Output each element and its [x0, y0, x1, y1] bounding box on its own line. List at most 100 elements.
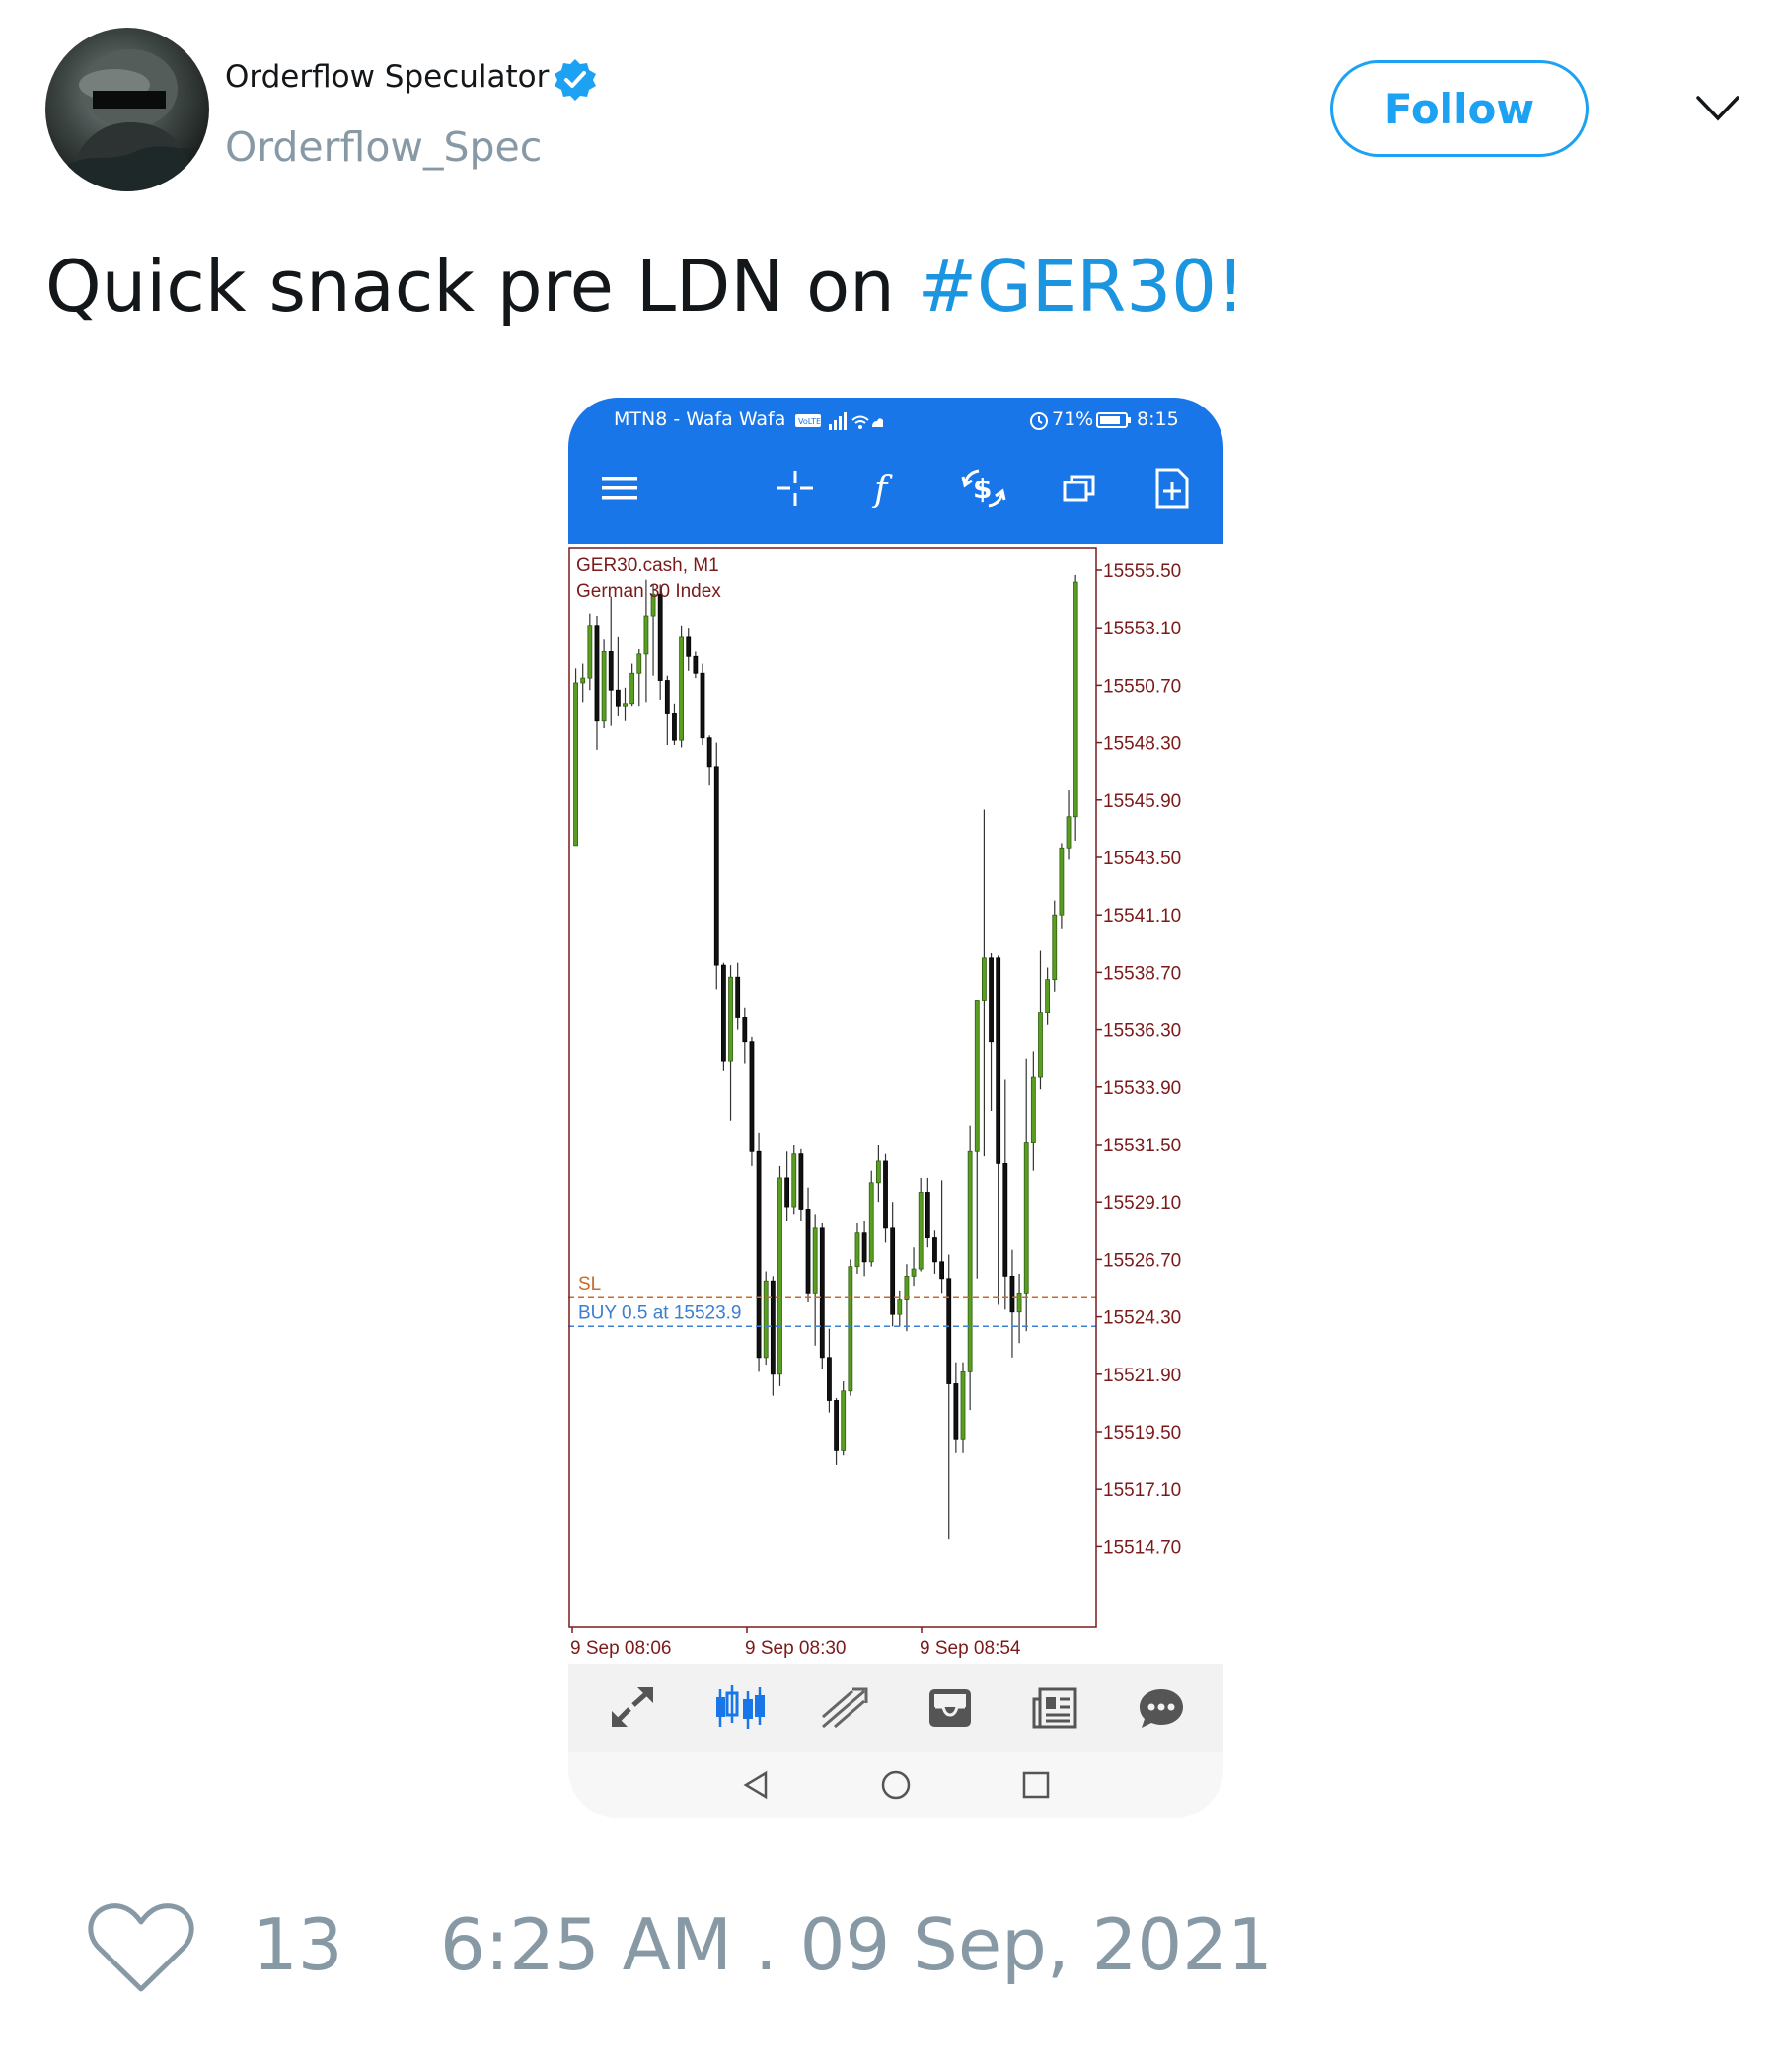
candle-body: [749, 1041, 755, 1152]
home-icon[interactable]: [880, 1769, 912, 1801]
candle-body: [587, 625, 593, 679]
attached-screenshot[interactable]: MTN8 - Wafa Wafa VoLTE 71% 8:15 f $ SL B…: [568, 398, 1223, 1818]
candle-body: [974, 1000, 980, 1152]
candle-body: [791, 1153, 797, 1208]
candle-body: [643, 615, 649, 655]
chart-canvas[interactable]: SLBUY 0.5 at 15523.9 15555.5015553.10155…: [568, 544, 1223, 1668]
candle-body: [890, 1227, 896, 1315]
candle-body: [706, 737, 712, 768]
heart-icon[interactable]: [87, 1900, 195, 1995]
windows-icon[interactable]: [1062, 473, 1097, 504]
history-icon[interactable]: [925, 1685, 975, 1731]
candle-body: [960, 1370, 966, 1440]
candle-body: [601, 651, 607, 722]
username[interactable]: Orderflow_Spec: [225, 123, 542, 171]
candle-body: [967, 1150, 973, 1372]
recents-icon[interactable]: [1021, 1770, 1051, 1800]
x-tick-label: 9 Sep 08:30: [745, 1638, 846, 1659]
y-tick-label: 15517.10: [1103, 1480, 1181, 1501]
y-tick-label: 15524.30: [1103, 1308, 1181, 1329]
candle-body: [636, 653, 642, 674]
candle-body: [918, 1192, 924, 1270]
y-tick-label: 15521.90: [1103, 1366, 1181, 1386]
indicators-icon[interactable]: f: [870, 469, 904, 508]
candle-body: [713, 766, 719, 966]
candle-body: [657, 593, 663, 681]
signal-icons: VoLTE: [795, 412, 883, 430]
candle-body: [904, 1275, 910, 1301]
candle-body: [664, 680, 670, 714]
candle-body: [742, 1017, 748, 1043]
candle-body: [608, 651, 614, 691]
x-axis-group: 9 Sep 08:06 9 Sep 08:30 9 Sep 08:54: [570, 1627, 1021, 1659]
candles-group: [573, 574, 1078, 1540]
candle-body: [819, 1227, 825, 1359]
y-tick-label: 15550.70: [1103, 676, 1181, 697]
candle-body: [996, 957, 1001, 1164]
price-chart[interactable]: SL BUY 0.5 at 15523.9 15555.50 15553.10 155…: [568, 544, 1223, 1668]
candle-body: [812, 1227, 818, 1294]
candle-body: [989, 957, 994, 1043]
quotes-icon[interactable]: [608, 1685, 657, 1731]
candle-body: [623, 703, 628, 707]
y-tick-label: 15548.30: [1103, 734, 1181, 755]
display-name[interactable]: Orderflow Speculator: [225, 59, 549, 95]
chart-frame: [568, 547, 1097, 1628]
candle-body: [1052, 914, 1058, 981]
tweet-text: Quick snack pre LDN on #GER30!: [45, 245, 1245, 328]
avatar[interactable]: [45, 28, 209, 191]
y-tick-label: 15536.30: [1103, 1021, 1181, 1042]
candle-body: [841, 1390, 847, 1451]
candle-body: [1066, 816, 1072, 849]
trade-icon[interactable]: $: [959, 467, 1008, 510]
chevron-down-icon[interactable]: [1695, 95, 1740, 122]
alarm-icon: [1030, 412, 1048, 430]
chart-icon[interactable]: [714, 1683, 766, 1733]
tweet-timestamp[interactable]: 6:25 AM . 09 Sep, 2021: [440, 1903, 1273, 1986]
candle-body: [1073, 581, 1078, 818]
menu-icon[interactable]: [602, 475, 637, 502]
candle-body: [868, 1182, 874, 1263]
y-tick-label: 15553.10: [1103, 619, 1181, 639]
chart-description: German 30 Index: [576, 581, 721, 602]
candle-body: [861, 1232, 867, 1263]
candle-body: [728, 976, 733, 1062]
candle-body: [939, 1261, 944, 1280]
candle-body: [798, 1153, 804, 1210]
follow-button[interactable]: Follow: [1330, 60, 1589, 157]
candle-body: [686, 636, 692, 657]
trade-line-label: BUY 0.5 at 15523.9: [578, 1302, 742, 1323]
news-icon[interactable]: [1032, 1685, 1079, 1731]
candle-body: [848, 1266, 853, 1392]
bottom-nav: [568, 1664, 1223, 1752]
back-icon[interactable]: [742, 1770, 772, 1800]
candle-body: [911, 1268, 917, 1277]
new-order-icon[interactable]: [1154, 467, 1190, 510]
candle-body: [580, 677, 586, 684]
tweet-text-body: Quick snack pre LDN on: [45, 245, 918, 328]
candle-body: [805, 1209, 811, 1294]
y-tick-label: 15526.70: [1103, 1250, 1181, 1271]
candle-body: [615, 689, 621, 707]
candle-body: [1002, 1162, 1008, 1277]
candle-body: [946, 1278, 952, 1384]
y-tick-label: 15538.70: [1103, 963, 1181, 984]
y-tick-label: 15514.70: [1103, 1537, 1181, 1558]
crosshair-icon[interactable]: [776, 469, 815, 508]
y-tick-label: 15541.10: [1103, 906, 1181, 926]
candle-body: [629, 672, 635, 705]
candle-body: [594, 625, 600, 722]
chat-icon[interactable]: [1137, 1685, 1186, 1731]
status-time: 8:15: [1137, 408, 1179, 430]
battery-icon: [1096, 412, 1131, 428]
candle-body: [1059, 847, 1065, 916]
trade-nav-icon[interactable]: [819, 1685, 868, 1731]
candle-body: [1038, 1012, 1043, 1078]
svg-text:$: $: [973, 473, 992, 505]
y-tick-label: 15531.50: [1103, 1136, 1181, 1156]
verified-badge-icon: [555, 59, 596, 101]
hashtag-link[interactable]: #GER30!: [918, 245, 1245, 328]
android-nav-bar: [568, 1752, 1223, 1818]
candle-body: [672, 713, 677, 741]
svg-text:f: f: [871, 470, 893, 508]
